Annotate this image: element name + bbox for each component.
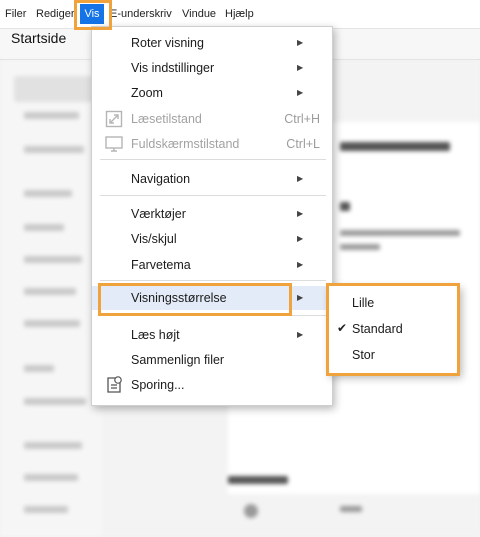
menu-separator xyxy=(100,195,326,196)
shortcut-label: Ctrl+H xyxy=(284,112,320,126)
menu-separator xyxy=(100,159,326,160)
submenu-item-label: Standard xyxy=(352,322,403,336)
tab-startside[interactable]: Startside xyxy=(11,30,66,46)
menu-item-navigation[interactable]: Navigation ▶ xyxy=(92,167,332,191)
menu-item-zoom[interactable]: Zoom ▶ xyxy=(92,81,332,105)
menu-item-label: Sporing... xyxy=(131,378,185,392)
left-panel-row xyxy=(24,398,86,405)
submenu-item-stor[interactable]: Stor xyxy=(329,344,459,366)
section-icon xyxy=(244,504,258,518)
menu-separator xyxy=(100,280,326,281)
submenu-arrow-icon: ▶ xyxy=(297,260,304,269)
menu-item-vaerktoejer[interactable]: Værktøjer ▶ xyxy=(92,202,332,226)
menu-item-label: Roter visning xyxy=(131,36,204,50)
menu-rediger[interactable]: Rediger xyxy=(36,8,75,20)
menu-item-label: Visningsstørrelse xyxy=(131,291,227,305)
left-panel-row xyxy=(24,256,82,263)
menu-item-laesetilstand[interactable]: Læsetilstand Ctrl+H xyxy=(92,107,332,131)
left-panel-row xyxy=(24,112,79,119)
card-text xyxy=(340,230,460,236)
submenu-arrow-icon: ▶ xyxy=(297,209,304,218)
left-panel-row xyxy=(24,288,76,295)
menu-separator xyxy=(100,315,326,316)
section-text xyxy=(340,506,362,512)
menu-e-underskriv[interactable]: E-underskriv xyxy=(110,8,172,20)
submenu-arrow-icon: ▶ xyxy=(297,174,304,183)
menu-item-label: Navigation xyxy=(131,172,191,186)
tracking-icon xyxy=(107,376,122,393)
menu-item-farvetema[interactable]: Farvetema ▶ xyxy=(92,253,332,277)
card-heading xyxy=(340,202,350,211)
menu-vindue[interactable]: Vindue xyxy=(182,8,216,20)
left-panel-row xyxy=(24,320,80,327)
left-panel-row xyxy=(24,506,68,513)
left-panel-row xyxy=(24,365,54,372)
left-panel-row xyxy=(24,190,72,197)
menu-bar: Filer Rediger Vis E-underskriv Vindue Hj… xyxy=(0,0,480,29)
menu-item-vis-skjul[interactable]: Vis/skjul ▶ xyxy=(92,227,332,251)
left-panel xyxy=(0,60,102,537)
menu-vis[interactable]: Vis xyxy=(80,4,104,24)
display-size-submenu: Lille ✔ Standard Stor xyxy=(328,285,460,375)
submenu-item-label: Stor xyxy=(352,348,375,362)
menu-item-roter-visning[interactable]: Roter visning ▶ xyxy=(92,31,332,55)
left-panel-row xyxy=(24,474,78,481)
menu-item-label: Læs højt xyxy=(131,328,180,342)
submenu-item-label: Lille xyxy=(352,296,375,310)
submenu-arrow-icon: ▶ xyxy=(297,234,304,243)
menu-item-label: Zoom xyxy=(131,86,163,100)
card-heading xyxy=(340,142,450,151)
menu-item-label: Vis indstillinger xyxy=(131,61,215,75)
left-panel-selected xyxy=(14,76,96,102)
menu-item-sammenlign-filer[interactable]: Sammenlign filer xyxy=(92,348,332,372)
left-panel-row xyxy=(24,442,82,449)
left-panel-row xyxy=(24,224,64,231)
menu-item-sporing[interactable]: Sporing... xyxy=(92,373,332,397)
menu-item-laes-hoejt[interactable]: Læs højt ▶ xyxy=(92,323,332,347)
menu-filer[interactable]: Filer xyxy=(5,8,26,20)
submenu-item-lille[interactable]: Lille xyxy=(329,292,459,314)
submenu-item-standard[interactable]: ✔ Standard xyxy=(329,318,459,340)
submenu-arrow-icon: ▶ xyxy=(297,88,304,97)
menu-item-label: Fuldskærmstilstand xyxy=(131,137,240,151)
menu-item-label: Farvetema xyxy=(131,258,191,272)
checkmark-icon: ✔ xyxy=(337,321,348,335)
menu-item-label: Vis/skjul xyxy=(131,232,177,246)
left-panel-row xyxy=(24,146,84,153)
vis-menu: Roter visning ▶ Vis indstillinger ▶ Zoom… xyxy=(91,26,333,406)
submenu-arrow-icon: ▶ xyxy=(297,38,304,47)
menu-item-label: Værktøjer xyxy=(131,207,186,221)
submenu-arrow-icon: ▶ xyxy=(297,330,304,339)
menu-item-label: Læsetilstand xyxy=(131,112,202,126)
menu-hjaelp[interactable]: Hjælp xyxy=(225,8,254,20)
submenu-arrow-icon: ▶ xyxy=(297,293,304,302)
menu-item-vis-indstillinger[interactable]: Vis indstillinger ▶ xyxy=(92,56,332,80)
section-heading xyxy=(228,476,288,484)
full-screen-icon xyxy=(105,136,123,152)
menu-item-label: Sammenlign filer xyxy=(131,353,225,367)
menu-item-fuldskaermstilstand[interactable]: Fuldskærmstilstand Ctrl+L xyxy=(92,132,332,156)
menu-item-visningsstoerrelse[interactable]: Visningsstørrelse ▶ xyxy=(92,286,332,310)
read-mode-icon xyxy=(105,110,123,128)
card-text xyxy=(340,244,380,250)
shortcut-label: Ctrl+L xyxy=(286,137,320,151)
submenu-arrow-icon: ▶ xyxy=(297,63,304,72)
